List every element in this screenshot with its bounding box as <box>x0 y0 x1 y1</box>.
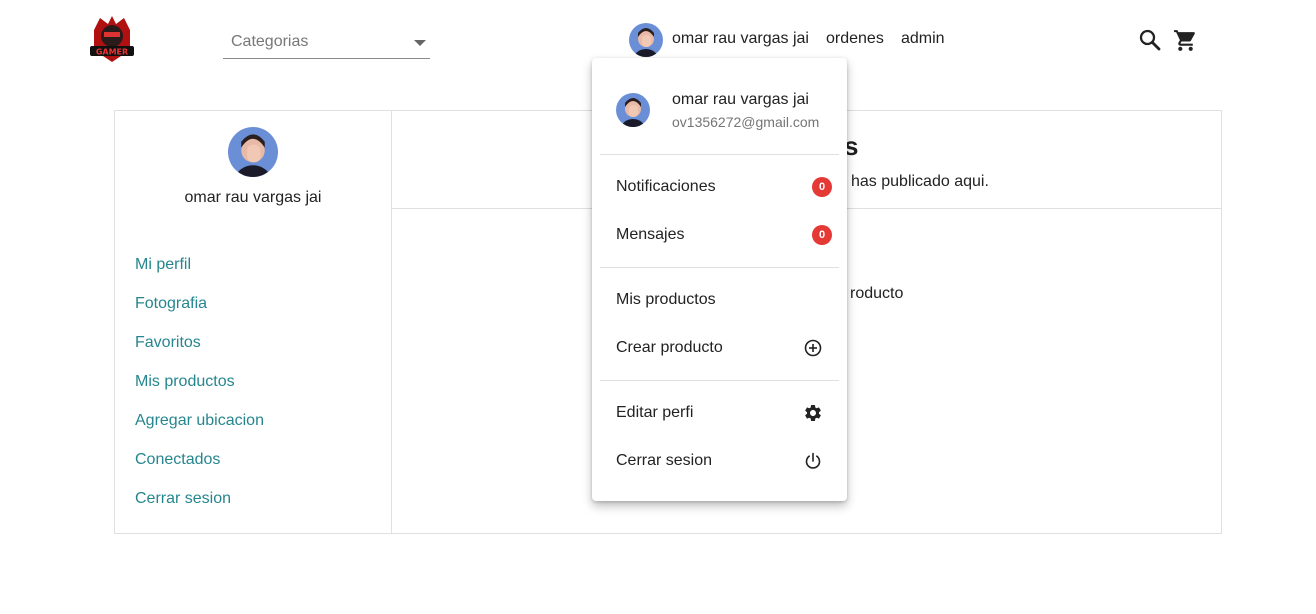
notificaciones-badge: 0 <box>812 177 832 197</box>
categories-placeholder: Categorias <box>231 33 309 50</box>
dropdown-user-name: omar rau vargas jai <box>672 91 809 108</box>
divider <box>600 154 839 155</box>
user-dropdown-menu: omar rau vargas jai ov1356272@gmail.com … <box>592 58 847 501</box>
sidebar-item-fotografia[interactable]: Fotografia <box>135 295 264 334</box>
sidebar-item-mis-productos[interactable]: Mis productos <box>135 373 264 412</box>
menu-item-mis-productos[interactable]: Mis productos <box>616 291 716 309</box>
divider <box>600 380 839 381</box>
page-subtitle: has publicado aqui. <box>851 173 989 190</box>
sidebar-item-mi-perfil[interactable]: Mi perfil <box>135 256 264 295</box>
divider <box>600 267 839 268</box>
power-icon <box>803 451 823 471</box>
sidebar-item-favoritos[interactable]: Favoritos <box>135 334 264 373</box>
menu-item-crear-producto[interactable]: Crear producto <box>616 339 723 357</box>
categories-select[interactable]: Categorias <box>223 28 430 59</box>
empty-state-text: roducto <box>850 285 904 302</box>
menu-item-mensajes[interactable]: Mensajes <box>616 226 684 244</box>
sidebar-item-cerrar-sesion[interactable]: Cerrar sesion <box>135 490 264 529</box>
add-circle-icon <box>803 338 823 358</box>
search-icon[interactable] <box>1138 28 1162 52</box>
nav-admin-link[interactable]: admin <box>901 30 945 48</box>
menu-item-cerrar-sesion[interactable]: Cerrar sesion <box>616 452 712 470</box>
avatar <box>616 93 650 127</box>
sidebar-item-agregar-ubicacion[interactable]: Agregar ubicacion <box>135 412 264 451</box>
gear-icon <box>803 403 823 423</box>
dropdown-user-email: ov1356272@gmail.com <box>672 114 820 130</box>
menu-item-notificaciones[interactable]: Notificaciones <box>616 178 716 196</box>
sidebar-item-conectados[interactable]: Conectados <box>135 451 264 490</box>
nav-user-name[interactable]: omar rau vargas jai <box>672 30 809 48</box>
logo-text: GAMER <box>96 48 128 57</box>
cart-icon[interactable] <box>1173 28 1198 53</box>
menu-item-editar-perfil[interactable]: Editar perfi <box>616 404 693 422</box>
sidebar-user-name: omar rau vargas jai <box>184 189 322 206</box>
gamer-logo[interactable]: GAMER <box>88 12 136 64</box>
avatar <box>228 127 278 177</box>
nav-ordenes-link[interactable]: ordenes <box>826 30 884 48</box>
divider <box>391 111 392 533</box>
avatar[interactable] <box>629 23 663 57</box>
sidebar-menu: Mi perfil Fotografia Favoritos Mis produ… <box>135 256 264 529</box>
mensajes-badge: 0 <box>812 225 832 245</box>
chevron-down-icon <box>414 40 426 46</box>
